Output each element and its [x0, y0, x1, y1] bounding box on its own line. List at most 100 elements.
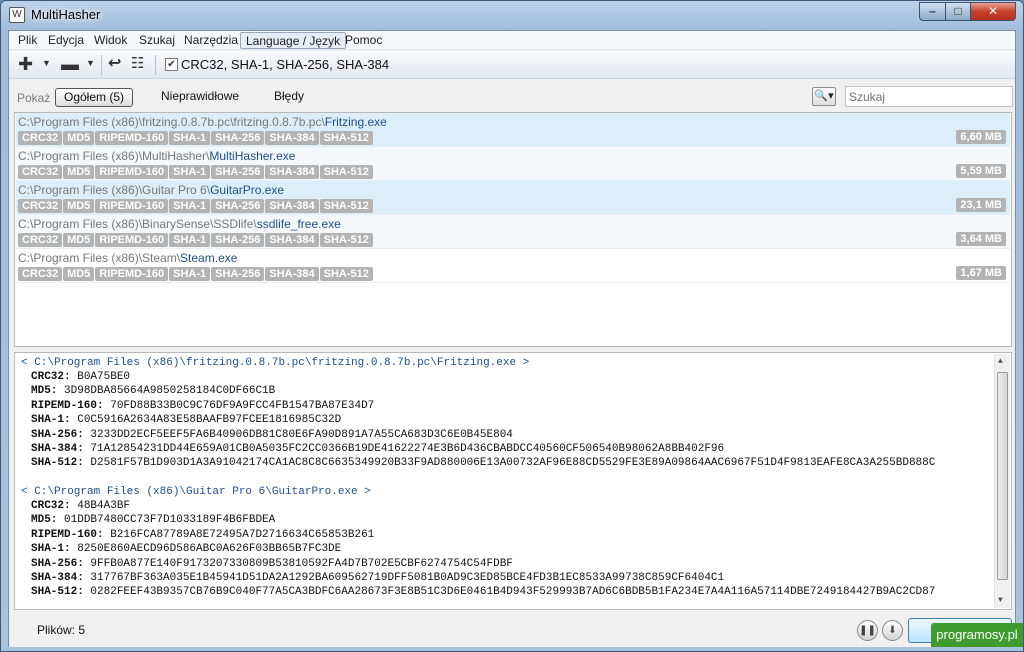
hash-key: RIPEMD-160: [31, 399, 104, 412]
hash-line: SHA-512: 0282FEEF43B9357CB76B9C040F77A5C… [21, 585, 935, 599]
show-label: Pokaż [17, 91, 51, 105]
tag-ripemd160: RIPEMD-160 [95, 233, 169, 247]
tag-sha1: SHA-1 [169, 267, 211, 281]
file-dir: C:\Program Files (x86)\BinarySense\SSDli… [18, 217, 257, 231]
tab-all[interactable]: Ogółem (5) [55, 88, 134, 107]
file-name: GuitarPro.exe [210, 183, 285, 197]
file-size: 6,60 MB [956, 130, 1006, 144]
tag-ripemd160: RIPEMD-160 [95, 131, 169, 145]
tab-errors[interactable]: Błędy [266, 88, 312, 107]
tag-sha256: SHA-256 [211, 267, 265, 281]
hash-line: CRC32: 48B4A3BF [21, 499, 935, 513]
minimize-button[interactable]: – [919, 2, 946, 21]
hash-line: SHA-512: D2581F57B1D903D1A3A91042174CA1A… [21, 456, 935, 470]
title-bar[interactable]: W MultiHasher – □ ✕ [1, 1, 1023, 29]
tag-md5: MD5 [63, 199, 95, 213]
maximize-button[interactable]: □ [945, 2, 971, 21]
file-name: MultiHasher.exe [209, 149, 296, 163]
menu-szukaj[interactable]: Szukaj [134, 32, 180, 49]
file-row[interactable]: C:\Program Files (x86)\MultiHasher\Multi… [16, 147, 1010, 181]
tag-sha1: SHA-1 [169, 165, 211, 179]
hash-value: D2581F57B1D903D1A3A91042174CA1AC8C8C6635… [90, 457, 936, 470]
hash-tags: CRC32 MD5 RIPEMD-160 SHA-1 SHA-256 SHA-384 SHA… [18, 164, 374, 179]
hash-key: MD5: [31, 385, 58, 398]
tag-sha384: SHA-384 [265, 131, 319, 145]
remove-dropdown-icon[interactable]: ▼ [86, 58, 95, 68]
output-block: < C:\Program Files (x86)\Guitar Pro 6\Gu… [21, 485, 935, 600]
tag-md5: MD5 [63, 267, 95, 281]
scroll-thumb[interactable] [997, 372, 1008, 580]
scroll-down-icon[interactable]: ▼ [998, 596, 1003, 605]
menu-edycja[interactable]: Edycja [43, 32, 89, 49]
menu-pomoc[interactable]: Pomoc [340, 32, 387, 49]
file-size: 5,59 MB [956, 164, 1006, 178]
file-list[interactable]: C:\Program Files (x86)\fritzing.0.8.7b.p… [14, 112, 1012, 347]
add-dropdown-icon[interactable]: ▼ [42, 58, 51, 68]
hash-line: SHA-384: 317767BF363A035E1B45941D51DA2A1… [21, 571, 935, 585]
hash-value: 3233DD2ECF5EEF5FA6B40906DB81C80E6FA90D89… [90, 428, 513, 441]
hash-value: 9FFB0A877E140F9173207330809B53810592FA4D… [90, 557, 513, 570]
tag-sha256: SHA-256 [211, 165, 265, 179]
client-area: Plik Edycja Widok Szukaj Narzędzia Langu… [8, 30, 1016, 647]
file-size: 1,67 MB [956, 266, 1006, 280]
scroll-up-icon[interactable]: ▲ [998, 357, 1003, 366]
app-icon: W [9, 7, 25, 23]
tag-sha512: SHA-512 [319, 165, 373, 179]
menu-bar: Plik Edycja Widok Szukaj Narzędzia Langu… [9, 31, 1015, 50]
stop-icon[interactable]: ⬇ [882, 620, 903, 641]
file-path: C:\Program Files (x86)\fritzing.0.8.7b.p… [18, 115, 387, 129]
output-file-path[interactable]: < C:\Program Files (x86)\Guitar Pro 6\Gu… [21, 485, 935, 499]
hash-key: SHA-256: [31, 428, 84, 441]
tag-crc32: CRC32 [18, 165, 63, 179]
output-file-path[interactable]: < C:\Program Files (x86)\fritzing.0.8.7b… [21, 356, 935, 370]
hash-key: CRC32: [31, 371, 71, 383]
menu-widok[interactable]: Widok [89, 32, 132, 49]
filter-bar: Pokaż Ogółem (5) Nieprawidłowe Błędy 🔍▾ [9, 80, 1015, 112]
tag-sha512: SHA-512 [319, 233, 373, 247]
hash-line: SHA-1: C0C5916A2634A83E58BAAFB97FCEE1816… [21, 413, 935, 427]
remove-icon[interactable]: ▬ [61, 55, 79, 73]
file-row[interactable]: C:\Program Files (x86)\Steam\Steam.exe C… [16, 249, 1010, 283]
hash-value: 0282FEEF43B9357CB76B9C040F77A5CA3BDFC6AA… [90, 586, 936, 599]
hash-output-pane[interactable]: < C:\Program Files (x86)\fritzing.0.8.7b… [14, 352, 1012, 610]
tag-sha384: SHA-384 [265, 199, 319, 213]
tab-invalid[interactable]: Nieprawidłowe [153, 88, 247, 107]
file-count: Plików: 5 [37, 623, 86, 637]
undo-icon[interactable]: ↩ [108, 55, 121, 73]
toolbar-separator [101, 55, 102, 75]
tag-sha384: SHA-384 [265, 267, 319, 281]
hash-line: SHA-384: 71A12854231DD44E659A01CB0A5035F… [21, 442, 935, 456]
tag-ripemd160: RIPEMD-160 [95, 199, 169, 213]
close-window-button[interactable]: ✕ [970, 2, 1016, 21]
tag-crc32: CRC32 [18, 233, 63, 247]
tag-sha1: SHA-1 [169, 233, 211, 247]
hash-line: MD5: 3D98DBA85664A9850258184C0DF66C1B [21, 384, 935, 398]
hash-settings-icon[interactable]: ☷ [131, 55, 144, 73]
algorithms-checkbox[interactable]: ✔ [165, 58, 178, 71]
file-row[interactable]: C:\Program Files (x86)\Guitar Pro 6\Guit… [16, 181, 1010, 215]
tag-sha384: SHA-384 [265, 233, 319, 247]
menu-narzedzia[interactable]: Narzędzia [179, 32, 243, 49]
menu-plik[interactable]: Plik [13, 32, 42, 49]
output-scrollbar[interactable]: ▲ ▼ [994, 354, 1010, 608]
add-icon[interactable]: ✚ [18, 55, 33, 73]
hash-value: B0A75BE0 [77, 371, 131, 383]
menu-language[interactable]: Language / Język [240, 32, 347, 49]
hash-value: 70FD88B33B0C9C76DF9A9FCC4FB1547BA87E34D7 [110, 399, 375, 412]
search-input[interactable] [845, 86, 1013, 107]
file-row[interactable]: C:\Program Files (x86)\BinarySense\SSDli… [16, 215, 1010, 249]
hash-line: SHA-256: 3233DD2ECF5EEF5FA6B40906DB81C80… [21, 428, 935, 442]
pause-icon[interactable]: ❚❚ [857, 620, 878, 641]
tag-ripemd160: RIPEMD-160 [95, 267, 169, 281]
hash-value: 71A12854231DD44E659A01CB0A5035FC2CC0366B… [90, 442, 725, 455]
hash-key: CRC32: [31, 500, 71, 512]
toolbar: ✚ ▼ ▬ ▼ ↩ ☷ ✔ CRC32, SHA-1, SHA-256, SHA… [9, 51, 1015, 79]
search-options-button[interactable]: 🔍▾ [812, 87, 836, 106]
file-dir: C:\Program Files (x86)\Guitar Pro 6\ [18, 183, 211, 197]
output-block: < C:\Program Files (x86)\fritzing.0.8.7b… [21, 356, 935, 471]
file-path: C:\Program Files (x86)\MultiHasher\Multi… [18, 149, 295, 163]
file-row[interactable]: C:\Program Files (x86)\fritzing.0.8.7b.p… [16, 113, 1010, 147]
tag-sha384: SHA-384 [265, 165, 319, 179]
hash-key: SHA-256: [31, 557, 84, 570]
hash-line: SHA-256: 9FFB0A877E140F9173207330809B538… [21, 557, 935, 571]
